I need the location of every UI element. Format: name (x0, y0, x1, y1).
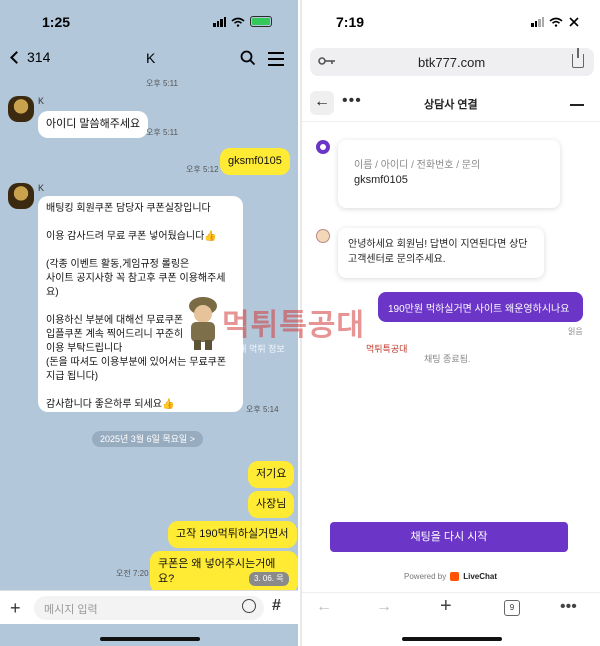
restart-chat-button[interactable]: 채팅을 다시 시작 (330, 522, 568, 552)
chat-title: K (146, 50, 156, 66)
watermark-subtext: 먹튀특공대 (366, 344, 408, 354)
message-input-bar: + 메시지 입력 # (0, 590, 298, 624)
user-message: 190만원 먹하실거면 사이트 왜운영하시나요 (378, 292, 583, 322)
url-text[interactable]: btk777.com (418, 55, 485, 70)
status-time: 1:25 (42, 14, 71, 30)
back-button[interactable]: 314 (10, 49, 51, 65)
signal-icon (213, 16, 226, 27)
form-field-value: gksmf0105 (354, 174, 408, 186)
form-field-label: 이름 / 아이디 / 전화번호 / 문의 (354, 160, 481, 171)
back-arrow-icon[interactable]: ← (310, 91, 334, 115)
address-bar[interactable]: btk777.com (310, 48, 594, 76)
chat-header: ← ••• 상담사 연결 (302, 86, 600, 122)
message-timestamp: 오전 7:20 (116, 569, 149, 578)
avatar[interactable] (8, 183, 34, 209)
prechat-form-card: 이름 / 아이디 / 전화번호 / 문의 gksmf0105 (338, 140, 560, 208)
agent-avatar (316, 229, 330, 243)
status-bar: 1:25 (0, 0, 298, 36)
chat-ended-notice: 채팅 종료됨. (424, 354, 471, 364)
powered-by-livechat[interactable]: Powered by LiveChat (404, 572, 497, 581)
more-icon[interactable]: ••• (560, 598, 577, 616)
message-input[interactable]: 메시지 입력 (34, 596, 264, 620)
livechat-logo-icon (450, 572, 460, 581)
tabs-count[interactable]: 9 (504, 600, 520, 616)
avatar[interactable] (8, 96, 34, 122)
new-tab-icon[interactable]: + (440, 595, 452, 618)
my-message-bubble: gksmf0105 (220, 148, 290, 175)
plus-icon[interactable]: + (10, 598, 21, 619)
message-timestamp: 오후 5:11 (146, 79, 178, 88)
signal-icon (531, 17, 544, 27)
message-bubble: 아이디 말씀해주세요 (38, 111, 149, 138)
home-indicator (100, 637, 200, 641)
chat-header: 314 K (0, 40, 298, 76)
my-message-bubble: 저기요 (248, 461, 295, 488)
key-icon[interactable] (318, 56, 336, 66)
status-icons (531, 16, 580, 28)
my-message-bubble: 사장님 (248, 491, 295, 518)
forward-icon[interactable]: → (376, 598, 392, 616)
date-divider[interactable]: 2025년 3월 6일 목요일 > (92, 431, 203, 447)
message-timestamp: 오후 5:11 (146, 128, 178, 137)
read-receipt: 읽음 (568, 327, 583, 336)
sender-name: K (38, 183, 45, 193)
battery-icon (250, 16, 272, 27)
back-count: 314 (27, 49, 51, 65)
status-time: 7:19 (336, 14, 365, 30)
search-icon[interactable] (240, 50, 256, 66)
watermark-text: 먹튀특공대 (222, 309, 365, 342)
powered-by-label: Powered by (404, 572, 447, 581)
hash-icon[interactable]: # (272, 597, 281, 615)
date-badge: 3. 06. 목 (249, 572, 289, 586)
sender-name: K (38, 96, 45, 106)
browser-toolbar: ← → + 9 ••• (302, 592, 600, 622)
livechat-name: LiveChat (463, 572, 498, 581)
wifi-icon (231, 17, 245, 27)
minimize-icon[interactable] (570, 104, 584, 106)
chat-title: 상담사 연결 (424, 99, 478, 111)
wifi-icon (549, 17, 563, 27)
chevron-left-icon (10, 50, 23, 64)
battery-error-icon (569, 17, 579, 27)
watermark-subtext: 최대 먹튀 정보 (230, 344, 285, 354)
message-timestamp: 오후 5:14 (246, 405, 279, 414)
message-timestamp: 오후 5:12 (186, 165, 219, 174)
more-options-icon[interactable]: ••• (342, 92, 362, 110)
home-indicator (402, 637, 502, 641)
menu-icon[interactable] (268, 52, 284, 70)
mascot-watermark-icon (189, 297, 217, 350)
back-icon[interactable]: ← (316, 598, 332, 616)
agent-message: 안녕하세요 회원님! 답변이 지연된다면 상단 고객센터로 문의주세요. (338, 228, 544, 278)
bot-icon (316, 140, 330, 154)
share-icon[interactable] (572, 48, 584, 68)
emoji-icon[interactable] (242, 599, 256, 613)
status-icons (213, 16, 272, 27)
my-message-bubble: 고작 190먹튀하실거면서 (168, 521, 297, 548)
